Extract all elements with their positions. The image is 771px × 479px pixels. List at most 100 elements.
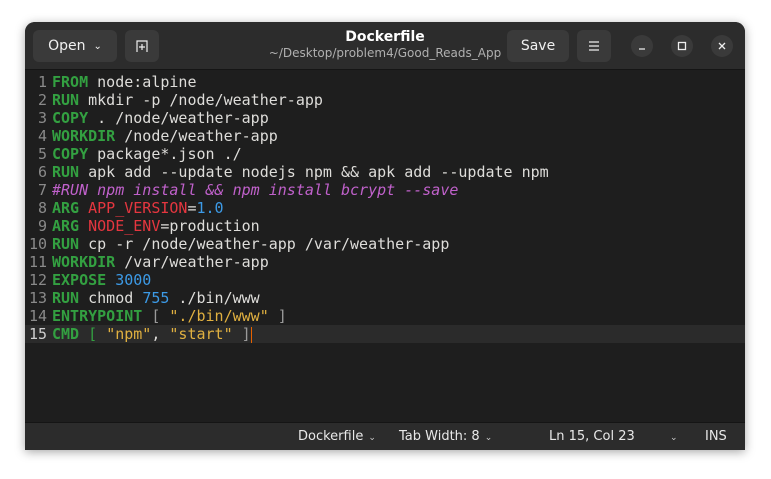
token-comment: #RUN npm install && npm install bcrypt -… bbox=[52, 181, 459, 199]
line-code: EXPOSE 3000 bbox=[52, 271, 151, 289]
main-menu-button[interactable] bbox=[577, 30, 611, 62]
code-line[interactable]: 8 ARG APP_VERSION=1.0 bbox=[25, 199, 745, 217]
token-text: package*.json ./ bbox=[88, 145, 242, 163]
line-number: 15 bbox=[28, 325, 47, 343]
token-keyword: RUN bbox=[52, 91, 80, 109]
hamburger-menu-icon bbox=[589, 41, 599, 51]
close-icon bbox=[718, 42, 726, 50]
file-path: ~/Desktop/problem4/Good_Reads_App bbox=[268, 46, 502, 60]
code-line[interactable]: 13 RUN chmod 755 ./bin/www bbox=[25, 289, 745, 307]
line-code: RUN chmod 755 ./bin/www bbox=[52, 289, 260, 307]
token-keyword: CMD bbox=[52, 325, 80, 343]
token-text: node:alpine bbox=[88, 73, 197, 91]
token-keyword: ARG bbox=[52, 217, 80, 235]
code-line[interactable]: 5 COPY package*.json ./ bbox=[25, 145, 745, 163]
token-text: ./bin/www bbox=[169, 289, 260, 307]
line-code: RUN mkdir -p /node/weather-app bbox=[52, 91, 323, 109]
token-number: 3000 bbox=[115, 271, 152, 289]
open-label: Open bbox=[48, 38, 86, 54]
token-bracket: ] bbox=[241, 325, 251, 343]
line-number: 10 bbox=[28, 235, 47, 253]
line-number: 8 bbox=[37, 199, 47, 217]
line-code: ARG APP_VERSION=1.0 bbox=[52, 199, 224, 217]
close-button[interactable] bbox=[711, 35, 733, 57]
open-button[interactable]: Open ⌄ bbox=[33, 30, 117, 62]
file-name: Dockerfile bbox=[345, 29, 425, 45]
window-title: Dockerfile ~/Desktop/problem4/Good_Reads… bbox=[255, 29, 515, 60]
code-line[interactable]: 1 FROM node:alpine bbox=[25, 73, 745, 91]
cursor-position[interactable]: Ln 15, Col 23 bbox=[549, 429, 635, 444]
code-line[interactable]: 6 RUN apk add --update nodejs npm && apk … bbox=[25, 163, 745, 181]
token-matched-bracket: [ bbox=[88, 325, 98, 343]
code-line[interactable]: 9 ARG NODE_ENV=production bbox=[25, 217, 745, 235]
token-keyword: COPY bbox=[52, 109, 89, 127]
token-text: apk add --update nodejs npm && apk add -… bbox=[79, 163, 549, 181]
token-text: = bbox=[187, 199, 197, 217]
token-text: cp -r /node/weather-app /var/weather-app bbox=[79, 235, 450, 253]
code-editor[interactable]: 1 FROM node:alpine 2 RUN mkdir -p /node/wea… bbox=[25, 70, 745, 422]
code-line[interactable]: 2 RUN mkdir -p /node/weather-app bbox=[25, 91, 745, 109]
token-keyword: COPY bbox=[52, 145, 89, 163]
line-code: ARG NODE_ENV=production bbox=[52, 217, 260, 235]
chevron-down-icon[interactable]: ⌄ bbox=[665, 429, 678, 444]
token-number: 1.0 bbox=[196, 199, 224, 217]
line-number: 9 bbox=[37, 217, 47, 235]
token-text: mkdir -p /node/weather-app bbox=[79, 91, 323, 109]
line-number: 11 bbox=[28, 253, 47, 271]
line-code: WORKDIR /node/weather-app bbox=[52, 127, 278, 145]
line-number: 1 bbox=[37, 73, 47, 91]
code-line[interactable]: 12 EXPOSE 3000 bbox=[25, 271, 745, 289]
header-bar: Open ⌄ Dockerfile ~/Desktop/problem4/Goo… bbox=[25, 22, 745, 70]
minimize-icon bbox=[639, 48, 645, 50]
line-number: 6 bbox=[37, 163, 47, 181]
save-button[interactable]: Save bbox=[507, 30, 569, 62]
token-variable: NODE_ENV bbox=[88, 217, 161, 235]
token-text: chmod bbox=[79, 289, 143, 307]
minimize-button[interactable] bbox=[631, 35, 653, 57]
line-code: RUN cp -r /node/weather-app /var/weather… bbox=[52, 235, 449, 253]
text-editor-window: Open ⌄ Dockerfile ~/Desktop/problem4/Goo… bbox=[25, 22, 745, 450]
token-keyword: RUN bbox=[52, 163, 80, 181]
maximize-icon bbox=[677, 41, 687, 51]
line-code: COPY package*.json ./ bbox=[52, 145, 242, 163]
maximize-button[interactable] bbox=[671, 35, 693, 57]
token-keyword: WORKDIR bbox=[52, 253, 116, 271]
code-line[interactable]: 4 WORKDIR /node/weather-app bbox=[25, 127, 745, 145]
chevron-down-icon: ⌄ bbox=[368, 433, 376, 443]
line-number: 2 bbox=[37, 91, 47, 109]
token-keyword: ENTRYPOINT bbox=[52, 307, 143, 325]
code-line[interactable]: 15 CMD [ "npm", "start" ] bbox=[25, 325, 745, 343]
tab-width-label: Tab Width: 8 bbox=[399, 429, 480, 444]
text-cursor bbox=[250, 326, 252, 343]
tab-width-selector[interactable]: Tab Width: 8 ⌄ bbox=[399, 429, 492, 444]
status-bar: Dockerfile ⌄ Tab Width: 8 ⌄ Ln 15, Col 23 … bbox=[25, 422, 745, 450]
code-line[interactable]: 11 WORKDIR /var/weather-app bbox=[25, 253, 745, 271]
code-line[interactable]: 3 COPY . /node/weather-app bbox=[25, 109, 745, 127]
token-bracket: ] bbox=[277, 307, 287, 325]
new-tab-button[interactable] bbox=[125, 30, 159, 62]
token-keyword: FROM bbox=[52, 73, 89, 91]
code-line[interactable]: 7 #RUN npm install && npm install bcrypt … bbox=[25, 181, 745, 199]
insert-mode-indicator: INS bbox=[705, 429, 727, 444]
line-code: CMD [ "npm", "start" ] bbox=[52, 325, 252, 343]
token-string: "./bin/www" bbox=[169, 307, 269, 325]
line-code: COPY . /node/weather-app bbox=[52, 109, 269, 127]
token-keyword: WORKDIR bbox=[52, 127, 116, 145]
token-string: "npm" bbox=[106, 325, 152, 343]
token-text: /var/weather-app bbox=[115, 253, 269, 271]
language-selector[interactable]: Dockerfile ⌄ bbox=[298, 429, 376, 444]
line-number: 12 bbox=[28, 271, 47, 289]
line-code: #RUN npm install && npm install bcrypt -… bbox=[52, 181, 458, 199]
code-line[interactable]: 14 ENTRYPOINT [ "./bin/www" ] bbox=[25, 307, 745, 325]
code-line[interactable]: 10 RUN cp -r /node/weather-app /var/weath… bbox=[25, 235, 745, 253]
token-keyword: ARG bbox=[52, 199, 80, 217]
line-number: 4 bbox=[37, 127, 47, 145]
